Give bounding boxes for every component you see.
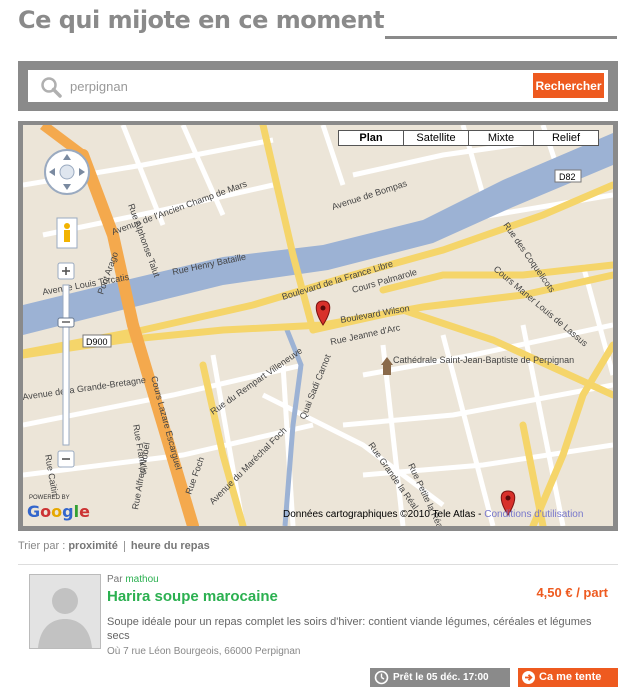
zoom-out-button[interactable]	[57, 450, 75, 468]
sort-option-proximite[interactable]: proximité	[68, 540, 118, 552]
map-credit: Données cartographiques ©2010 Tele Atlas…	[283, 509, 583, 520]
ready-time-badge: Prêt le 05 déc. 17:00	[370, 668, 510, 687]
map-canvas[interactable]: D900 D82 Boulevard de la France Libre Bo…	[23, 125, 613, 526]
page-title: Ce qui mijote en ce moment	[18, 6, 385, 34]
google-logo-letter: o	[51, 502, 63, 521]
ca-me-tente-button[interactable]: Ca me tente	[518, 668, 618, 687]
search-panel: Rechercher	[18, 61, 618, 111]
recipe-description: Soupe idéale pour un repas complet les s…	[107, 616, 592, 642]
google-logo[interactable]: Google	[27, 502, 90, 521]
label-cathedrale: Cathédrale Saint-Jean-Baptiste de Perpig…	[393, 355, 574, 365]
map-type-switcher: Plan Satellite Mixte Relief	[338, 130, 599, 146]
google-logo-letter: e	[79, 502, 90, 521]
avatar-placeholder	[29, 574, 101, 649]
map-type-plan[interactable]: Plan	[339, 131, 403, 145]
ca-me-tente-label: Ca me tente	[539, 671, 602, 683]
map-graphic: D900 D82 Boulevard de la France Libre Bo…	[23, 125, 613, 526]
sort-bar: Trier par : proximité heure du repas	[18, 540, 210, 552]
terms-link[interactable]: Conditions d'utilisation	[484, 509, 583, 520]
powered-by-label: POWERED BY	[29, 495, 70, 501]
map-data-credit: Données cartographiques ©2010 Tele Atlas…	[283, 509, 482, 520]
author-prefix: Par	[107, 574, 123, 585]
search-box: Rechercher	[28, 70, 608, 102]
map-frame: D900 D82 Boulevard de la France Libre Bo…	[18, 121, 618, 531]
map-type-satellite[interactable]: Satellite	[403, 131, 468, 145]
pegman-icon[interactable]	[56, 217, 78, 249]
search-icon	[41, 77, 62, 98]
listing-card: Par mathou Harira soupe marocaine 4,50 €…	[18, 564, 618, 665]
search-button[interactable]: Rechercher	[533, 73, 604, 98]
sort-divider	[123, 540, 125, 552]
user-silhouette-icon	[30, 575, 100, 648]
label-d82: D82	[559, 172, 576, 182]
clock-icon	[374, 670, 389, 685]
sort-option-heure-repas[interactable]: heure du repas	[131, 540, 210, 552]
search-input[interactable]	[70, 77, 530, 95]
google-logo-letter: g	[62, 502, 74, 521]
author-line: Par mathou	[107, 574, 159, 585]
arrow-right-icon	[522, 671, 535, 684]
ready-time-text: Prêt le 05 déc. 17:00	[393, 672, 489, 683]
map-type-mixte[interactable]: Mixte	[468, 131, 533, 145]
map-type-relief[interactable]: Relief	[533, 131, 598, 145]
pan-control[interactable]	[44, 149, 90, 195]
google-logo-letter: o	[40, 502, 52, 521]
sort-label: Trier par :	[18, 540, 66, 552]
price: 4,50 € / part	[536, 585, 608, 600]
title-underline	[385, 36, 617, 39]
zoom-in-button[interactable]	[57, 262, 75, 280]
google-logo-letter: G	[27, 502, 41, 521]
recipe-title[interactable]: Harira soupe marocaine	[107, 588, 278, 605]
label-d900: D900	[86, 337, 108, 347]
author-link[interactable]: mathou	[125, 574, 158, 585]
address: Où 7 rue Léon Bourgeois, 66000 Perpignan	[107, 646, 301, 657]
